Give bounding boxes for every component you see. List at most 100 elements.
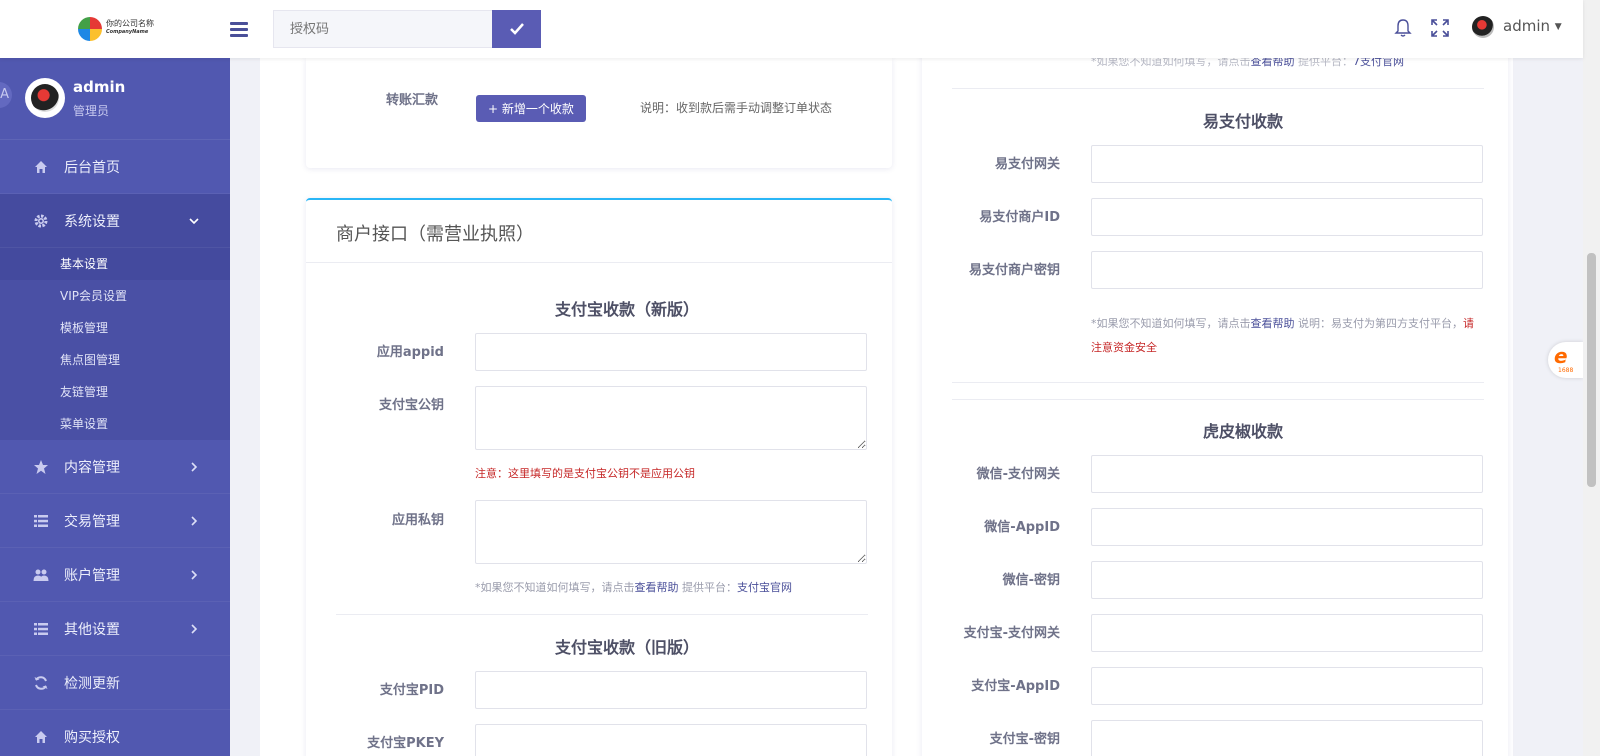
platform-link[interactable]: 支付宝官网 [737, 581, 792, 594]
logo-company-name-en: CompanyName [106, 29, 149, 35]
ali-key-input[interactable] [1091, 720, 1483, 756]
sidebar-item-label: 后台首页 [64, 159, 120, 176]
sidebar-item-home[interactable]: 后台首页 [0, 140, 230, 194]
alipay-pkey-input[interactable] [475, 724, 867, 756]
sidebar-submenu: 基本设置 VIP会员设置 模板管理 焦点图管理 友链管理 菜单设置 [0, 248, 230, 440]
yizhifu-merchant-id-label: 易支付商户ID [979, 210, 1060, 225]
add-payment-button[interactable]: + 新增一个收款 [476, 95, 586, 122]
user-menu[interactable]: admin ▼ [1503, 17, 1562, 35]
sidebar-item-buy-license[interactable]: 购买授权 [0, 710, 230, 756]
help-link[interactable]: 查看帮助 [635, 581, 679, 594]
hint-text: *如果您不知道如何填写，请点击 [475, 581, 635, 594]
app-privkey-label: 应用私钥 [391, 513, 444, 528]
ali-appid-input[interactable] [1091, 667, 1483, 705]
floating-brand-number: 1688 [1558, 367, 1574, 374]
sidebar-item-label: 账户管理 [64, 567, 120, 584]
hint-text: 提供平台： [678, 581, 737, 594]
sidebar-item-label: 其他设置 [64, 621, 120, 638]
submenu-item-basic-settings[interactable]: 基本设置 [0, 248, 230, 280]
caret-down-icon: ▼ [1554, 22, 1562, 32]
hupijiao-title: 虎皮椒收款 [1202, 422, 1283, 441]
section-divider [952, 382, 1484, 383]
wx-appid-label: 微信-AppID [984, 520, 1060, 535]
wx-gateway-label: 微信-支付网关 [976, 467, 1060, 482]
merchant-card-title: 商户接口（需营业执照） [336, 224, 534, 245]
transfer-card: 转账汇款 + 新增一个收款 说明：收到款后需手动调整订单状态 [306, 58, 892, 168]
floating-1688-widget[interactable]: e 1688 [1548, 342, 1583, 378]
chevron-down-icon [189, 217, 199, 224]
app-privkey-textarea[interactable] [475, 500, 867, 564]
user-avatar[interactable] [1472, 16, 1494, 38]
sidebar-badge[interactable]: A [0, 82, 12, 108]
logo-mark-icon [78, 17, 102, 41]
alipay-pubkey-warning: 注意：这里填写的是支付宝公钥不是应用公钥 [475, 467, 695, 480]
yizhifu-gateway-label: 易支付网关 [994, 157, 1060, 172]
ali-appid-label: 支付宝-AppID [971, 679, 1060, 694]
menu-toggle-icon[interactable] [230, 22, 248, 37]
transfer-note: 说明：收到款后需手动调整订单状态 [640, 101, 833, 115]
hint-text: *如果您不知道如何填写，请点击 [1091, 317, 1251, 330]
sidebar-item-check-update[interactable]: 检测更新 [0, 656, 230, 710]
chevron-right-icon [191, 461, 198, 472]
wx-gateway-input[interactable] [1091, 455, 1483, 493]
right-payment-card: *如果您不知道如何填写，请点击查看帮助 提供平台：7支付官网 易支付收款 易支付… [922, 40, 1508, 756]
sidebar-item-content[interactable]: 内容管理 [0, 440, 230, 494]
alipay-help-hint: *如果您不知道如何填写，请点击查看帮助 提供平台：支付宝官网 [475, 576, 792, 600]
appid-label: 应用appid [376, 345, 444, 360]
home-icon [35, 160, 47, 173]
merchant-card: 商户接口（需营业执照） 支付宝收款（新版） 应用appid 支付宝公钥 注意：这… [306, 198, 892, 756]
company-logo[interactable]: 你的公司名称 CompanyName [78, 17, 158, 43]
home-icon [35, 730, 47, 743]
submenu-item-templates[interactable]: 模板管理 [0, 312, 230, 344]
sidebar-user-panel: A admin 管理员 [0, 58, 230, 140]
wx-key-label: 微信-密钥 [1002, 573, 1060, 588]
sidebar-item-label: 内容管理 [64, 459, 120, 476]
alipay-pid-label: 支付宝PID [379, 683, 444, 698]
logo-company-name: 你的公司名称 [106, 19, 154, 28]
sidebar-item-label: 检测更新 [64, 675, 120, 692]
list-icon [34, 622, 48, 635]
floating-brand-icon: e [1554, 344, 1568, 368]
yizhifu-gateway-input[interactable] [1091, 145, 1483, 183]
yizhifu-merchant-key-input[interactable] [1091, 251, 1483, 289]
scrollbar-thumb[interactable] [1587, 253, 1596, 487]
top-header: 你的公司名称 CompanyName admin ▼ [0, 0, 1583, 58]
bell-icon[interactable] [1394, 18, 1412, 38]
license-submit-button[interactable] [492, 10, 541, 48]
alipay-pubkey-label: 支付宝公钥 [378, 398, 444, 413]
refresh-icon [34, 675, 48, 690]
sidebar-avatar[interactable] [25, 78, 65, 118]
sidebar-item-label: 系统设置 [64, 213, 120, 230]
section-divider [952, 399, 1484, 400]
list-icon [34, 514, 48, 527]
section-divider [336, 614, 868, 615]
sidebar-item-system-settings[interactable]: 系统设置 [0, 194, 230, 248]
yizhifu-help-hint: *如果您不知道如何填写，请点击查看帮助 说明：易支付为第四方支付平台，请注意资金… [1091, 312, 1481, 360]
wx-appid-input[interactable] [1091, 508, 1483, 546]
submenu-item-friend-links[interactable]: 友链管理 [0, 376, 230, 408]
alipay-appid-input[interactable] [475, 333, 867, 371]
submenu-item-focus-images[interactable]: 焦点图管理 [0, 344, 230, 376]
license-code-input[interactable] [273, 10, 493, 48]
alipay-pid-input[interactable] [475, 671, 867, 709]
section-divider [952, 88, 1484, 89]
yizhifu-merchant-key-label: 易支付商户密钥 [968, 263, 1060, 278]
submenu-item-menu-settings[interactable]: 菜单设置 [0, 408, 230, 440]
yizhifu-title: 易支付收款 [1202, 112, 1283, 131]
alipay-pubkey-textarea[interactable] [475, 386, 867, 450]
check-icon [509, 23, 524, 35]
sidebar-item-other-settings[interactable]: 其他设置 [0, 602, 230, 656]
chevron-right-icon [191, 569, 198, 580]
gear-icon [34, 214, 48, 227]
sidebar-user-name: admin [73, 78, 126, 96]
help-link[interactable]: 查看帮助 [1251, 317, 1295, 330]
chevron-right-icon [191, 623, 198, 634]
yizhifu-merchant-id-input[interactable] [1091, 198, 1483, 236]
page-scrollbar[interactable] [1583, 0, 1600, 756]
ali-gateway-input[interactable] [1091, 614, 1483, 652]
submenu-item-vip-settings[interactable]: VIP会员设置 [0, 280, 230, 312]
sidebar-item-transactions[interactable]: 交易管理 [0, 494, 230, 548]
fullscreen-icon[interactable] [1431, 19, 1449, 37]
wx-key-input[interactable] [1091, 561, 1483, 599]
sidebar-item-accounts[interactable]: 账户管理 [0, 548, 230, 602]
